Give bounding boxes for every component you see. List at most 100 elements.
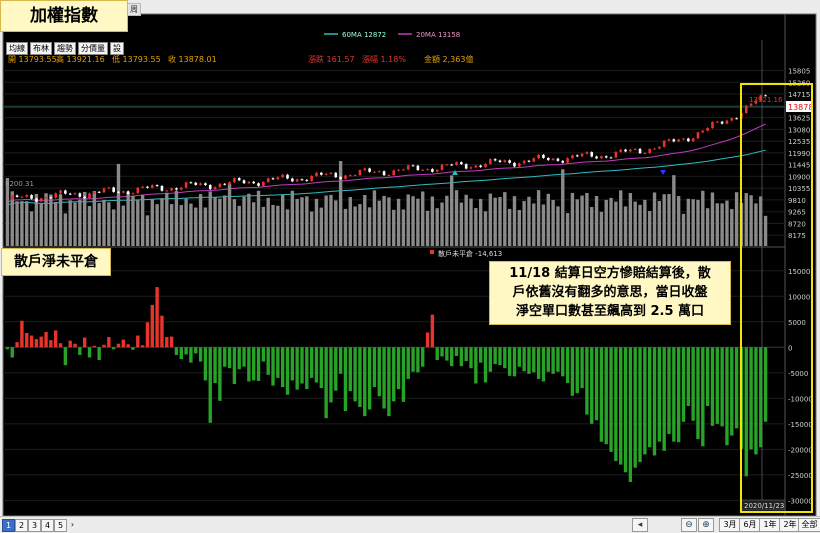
position-bar [377, 347, 381, 397]
position-bar [585, 347, 589, 415]
volume-bar [387, 197, 391, 246]
range-6m-button[interactable]: 6月 [739, 518, 761, 532]
candle-body [213, 187, 217, 190]
position-bar [276, 347, 280, 378]
volume-bar [536, 190, 541, 246]
zoom-in-icon[interactable]: ⊕ [698, 518, 714, 532]
position-bar [232, 347, 237, 385]
ma-button[interactable]: 均線 [6, 42, 28, 55]
position-bar [662, 347, 666, 451]
page-5-button[interactable]: 5 [54, 519, 67, 532]
volume-bar [522, 201, 526, 246]
candle-body [348, 175, 352, 177]
volume-bar [329, 194, 333, 246]
candle-body [421, 169, 425, 171]
volume-bar [720, 203, 724, 246]
candle-body [10, 195, 14, 200]
candle-body [701, 130, 705, 133]
volume-bar [242, 196, 246, 246]
scroll-left-button[interactable]: ◂ [632, 518, 648, 532]
volume-bar [203, 207, 208, 246]
current-price-label: 13878 [788, 103, 813, 112]
candle-body [179, 187, 183, 190]
volume-bar [314, 198, 319, 246]
position-bar [619, 347, 623, 465]
volume-bar [358, 204, 362, 246]
zoom-out-icon[interactable]: ⊖ [681, 518, 697, 532]
position-bar [107, 337, 111, 348]
candle-body [484, 163, 487, 168]
volume-bar [421, 191, 425, 246]
volume-bar [570, 192, 575, 246]
position-bar [97, 347, 101, 361]
position-bar [416, 347, 420, 373]
next-page-button[interactable]: › [67, 519, 78, 530]
candle-body [464, 164, 468, 169]
range-3m-button[interactable]: 3月 [719, 518, 741, 532]
candle-body [595, 156, 598, 159]
volume-bar [483, 211, 488, 246]
volume-bar [599, 211, 604, 246]
volume-bar [82, 191, 87, 246]
candle-body [170, 188, 173, 191]
candle-body [749, 103, 753, 106]
page-1-button[interactable]: 1 [2, 519, 15, 532]
position-bar [459, 347, 464, 367]
range-all-button[interactable]: 全部 [798, 518, 820, 532]
position-bar [309, 347, 314, 378]
volume-bar [401, 209, 406, 246]
position-bar [82, 337, 87, 348]
volume-bar [696, 199, 700, 246]
price-tick-label: 11990 [788, 150, 810, 158]
position-bar [179, 347, 183, 360]
main-chart-title: 加權指數 [0, 0, 128, 32]
candle-body [368, 168, 371, 172]
candle-body [146, 186, 149, 188]
candle-body [320, 172, 323, 175]
position-bar [338, 347, 343, 374]
page-2-button[interactable]: 2 [15, 519, 28, 532]
price-tick-label: 11445 [788, 162, 810, 170]
candle-body [522, 160, 526, 164]
candle-body [25, 194, 29, 197]
volume-bar [710, 192, 715, 246]
position-bar [68, 340, 72, 348]
candle-body [88, 193, 91, 198]
page-3-button[interactable]: 3 [28, 519, 41, 532]
position-bar [300, 347, 304, 384]
position-bar [165, 337, 169, 348]
volume-bar [305, 196, 309, 246]
candle-body [513, 162, 516, 167]
volume-bar [348, 197, 352, 246]
ohlc-field: 漲幅 1.18% [362, 54, 406, 64]
position-bar [34, 339, 39, 348]
position-bar [314, 347, 319, 383]
candle-body [324, 173, 328, 175]
tab-week[interactable]: 周 [127, 3, 141, 16]
price-tick-label: 9265 [788, 209, 806, 217]
position-bar [464, 347, 468, 362]
position-bar [290, 347, 295, 381]
settings-button[interactable]: 設 [110, 42, 124, 55]
position-bar [527, 347, 531, 374]
bollinger-button[interactable]: 布林 [30, 42, 52, 55]
volume-profile-button[interactable]: 分價量 [78, 42, 108, 55]
position-bar [73, 343, 77, 348]
position-bar [401, 347, 406, 402]
candle-body [426, 169, 429, 171]
volume-bar [614, 201, 618, 246]
candle-body [445, 164, 449, 166]
position-bar [507, 347, 512, 376]
trend-button[interactable]: 趨勢 [54, 42, 76, 55]
page-4-button[interactable]: 4 [41, 519, 54, 532]
position-tick-label: 5000 [788, 319, 806, 327]
position-bar [425, 332, 430, 348]
candle-body [208, 184, 212, 190]
range-1y-button[interactable]: 1年 [759, 518, 781, 532]
position-bar [184, 347, 188, 355]
candle-body [141, 186, 144, 188]
volume-bar [78, 199, 82, 246]
volume-bar [150, 199, 154, 246]
candle-body [242, 180, 246, 184]
position-bar [406, 347, 410, 379]
